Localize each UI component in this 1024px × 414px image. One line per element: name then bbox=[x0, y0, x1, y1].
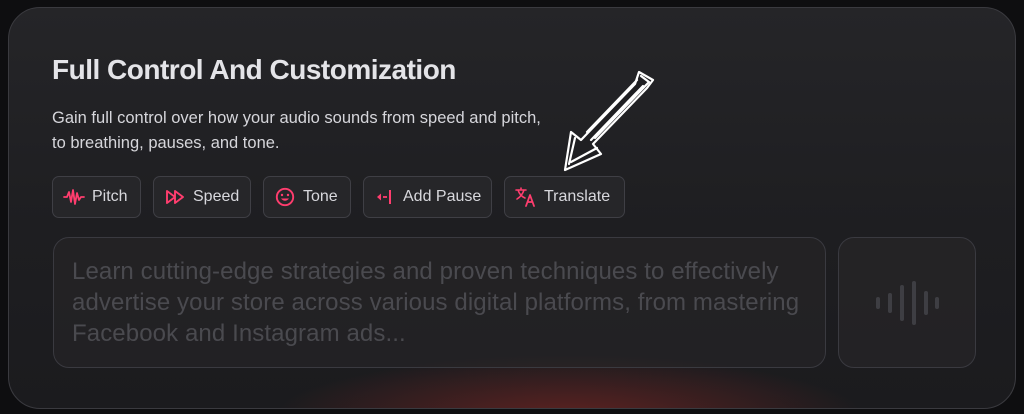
audio-wave-icon bbox=[876, 280, 939, 325]
pitch-button-label: Pitch bbox=[92, 188, 128, 205]
fast-forward-icon bbox=[164, 186, 186, 208]
generate-audio-button[interactable] bbox=[838, 237, 976, 368]
hand-drawn-arrow-icon bbox=[563, 70, 655, 172]
pause-marker-icon bbox=[374, 186, 396, 208]
pitch-button[interactable]: Pitch bbox=[52, 176, 141, 218]
waveform-icon bbox=[63, 186, 85, 208]
section-description: Gain full control over how your audio so… bbox=[52, 109, 541, 152]
tone-button[interactable]: Tone bbox=[263, 176, 351, 218]
add-pause-button[interactable]: Add Pause bbox=[363, 176, 492, 218]
smiley-icon bbox=[274, 186, 296, 208]
add-pause-button-label: Add Pause bbox=[403, 188, 482, 205]
section-title: Full Control And Customization bbox=[52, 54, 456, 85]
translate-button[interactable]: Translate bbox=[504, 176, 625, 218]
speed-button-label: Speed bbox=[193, 188, 240, 205]
script-text-area[interactable]: Learn cutting-edge strategies and proven… bbox=[53, 237, 826, 368]
tone-button-label: Tone bbox=[303, 188, 338, 205]
customization-card: Full Control And Customization Gain full… bbox=[8, 7, 1016, 409]
translate-icon bbox=[515, 186, 537, 208]
speed-button[interactable]: Speed bbox=[153, 176, 251, 218]
translate-button-label: Translate bbox=[544, 188, 611, 205]
